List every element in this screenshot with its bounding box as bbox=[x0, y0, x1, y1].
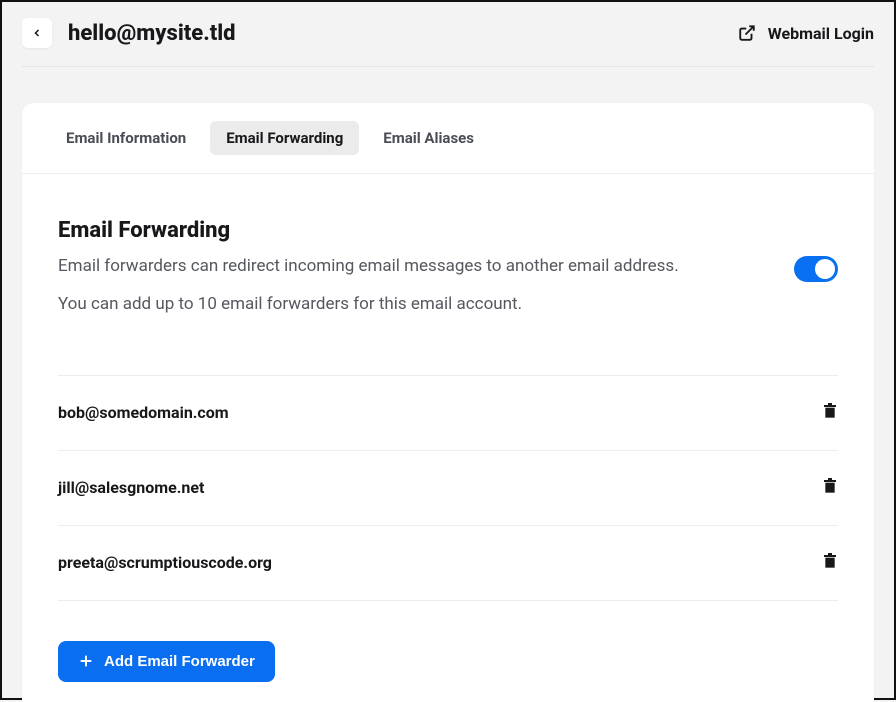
back-button[interactable] bbox=[22, 18, 52, 48]
forwarder-row: bob@somedomain.com bbox=[58, 375, 838, 450]
webmail-login-link[interactable]: Webmail Login bbox=[738, 24, 874, 43]
tab-email-information[interactable]: Email Information bbox=[50, 121, 202, 155]
page-header: hello@mysite.tld Webmail Login bbox=[22, 18, 874, 67]
forwarder-row: jill@salesgnome.net bbox=[58, 450, 838, 525]
tab-email-aliases[interactable]: Email Aliases bbox=[367, 121, 490, 155]
forwarder-row: preeta@scrumptiouscode.org bbox=[58, 525, 838, 601]
section-desc-2: You can add up to 10 email forwarders fo… bbox=[58, 293, 679, 317]
forwarder-email: preeta@scrumptiouscode.org bbox=[58, 553, 272, 572]
delete-forwarder-button[interactable] bbox=[822, 552, 838, 574]
page-title: hello@mysite.tld bbox=[68, 21, 236, 46]
forwarder-email: jill@salesgnome.net bbox=[58, 478, 204, 497]
main-card: Email Information Email Forwarding Email… bbox=[22, 103, 874, 702]
add-email-forwarder-button[interactable]: Add Email Forwarder bbox=[58, 641, 275, 682]
section-header: Email Forwarding Email forwarders can re… bbox=[58, 218, 838, 331]
webmail-login-label: Webmail Login bbox=[768, 24, 874, 43]
forwarders-list: bob@somedomain.com jill@salesgnome.net bbox=[58, 375, 838, 601]
chevron-left-icon bbox=[31, 27, 43, 39]
forwarder-email: bob@somedomain.com bbox=[58, 403, 229, 422]
section-desc-1: Email forwarders can redirect incoming e… bbox=[58, 255, 679, 279]
tab-content: Email Forwarding Email forwarders can re… bbox=[22, 174, 874, 702]
forwarding-toggle[interactable] bbox=[794, 256, 838, 282]
trash-icon bbox=[822, 477, 838, 495]
add-button-label: Add Email Forwarder bbox=[104, 653, 255, 670]
delete-forwarder-button[interactable] bbox=[822, 402, 838, 424]
section-header-text: Email Forwarding Email forwarders can re… bbox=[58, 218, 679, 331]
section-title: Email Forwarding bbox=[58, 218, 679, 243]
tab-email-forwarding[interactable]: Email Forwarding bbox=[210, 121, 359, 155]
external-link-icon bbox=[738, 24, 756, 42]
trash-icon bbox=[822, 552, 838, 570]
trash-icon bbox=[822, 402, 838, 420]
delete-forwarder-button[interactable] bbox=[822, 477, 838, 499]
header-left: hello@mysite.tld bbox=[22, 18, 236, 48]
tabs: Email Information Email Forwarding Email… bbox=[22, 103, 874, 174]
plus-icon bbox=[78, 653, 94, 669]
